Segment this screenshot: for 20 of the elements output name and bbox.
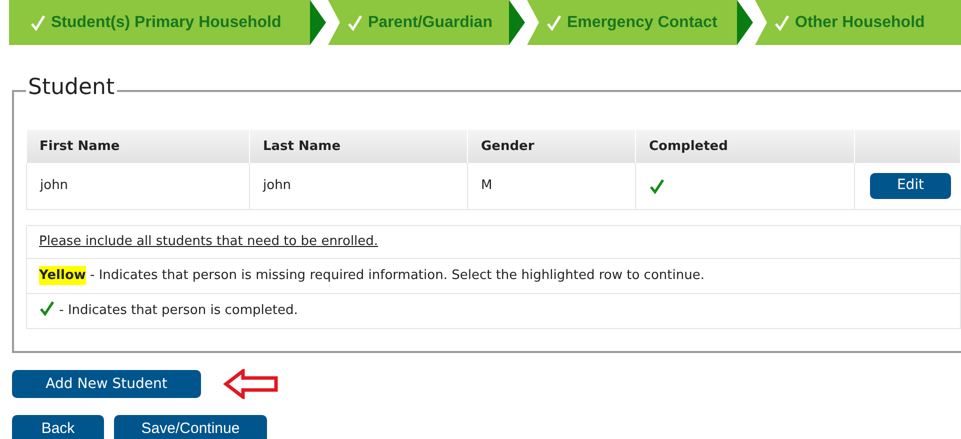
check-icon — [39, 300, 55, 316]
legend-text: - Indicates that person is completed. — [58, 302, 298, 320]
column-header: Gender — [481, 138, 534, 154]
step-arrow-icon — [310, 0, 326, 45]
nav-button[interactable]: Save/Continue — [114, 415, 267, 439]
step-arrow-icon — [737, 0, 753, 45]
legend-label: Yellow — [39, 266, 86, 286]
arrow-icon — [223, 369, 279, 399]
table-cell: john — [40, 178, 68, 193]
nav-button[interactable]: Back — [12, 415, 104, 439]
note-link[interactable]: Please include all students that need to be enrolled. — [39, 232, 378, 252]
step-arrow-icon — [509, 0, 525, 45]
table-cell: john — [263, 178, 292, 193]
column-header: First Name — [40, 138, 120, 154]
edit-button[interactable]: Edit — [870, 172, 951, 199]
table-cell: M — [481, 178, 492, 193]
column-header: Last Name — [263, 138, 341, 154]
column-header: Completed — [649, 138, 728, 154]
add-student-button[interactable]: Add New Student — [12, 370, 201, 398]
legend-text: - Indicates that person is missing required information. Select the highlighted row to continue. — [89, 266, 704, 285]
